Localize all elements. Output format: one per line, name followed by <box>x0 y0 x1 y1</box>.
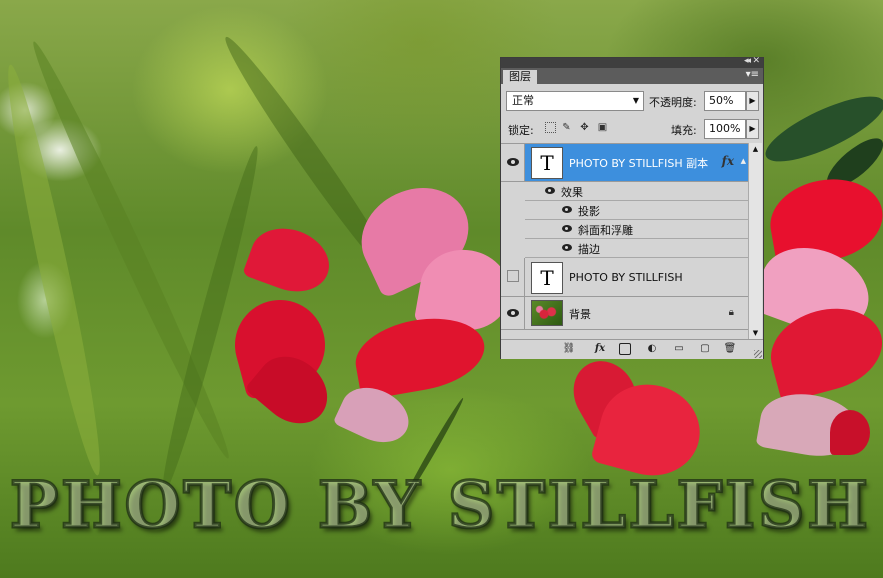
eye-icon <box>507 309 519 317</box>
new-group-icon[interactable]: ▭ <box>672 343 686 355</box>
scroll-down-arrow-icon[interactable]: ▼ <box>749 329 762 337</box>
lock-fill-row: 锁定: ✎ ✥ ▣ 填充: 100% ▶ <box>506 119 759 141</box>
fill-input[interactable]: 100% <box>704 119 746 139</box>
resize-grip-icon[interactable] <box>754 350 762 358</box>
grass-blade <box>0 61 112 479</box>
text-layer-thumbnail: T <box>531 262 563 294</box>
fill-slider-toggle[interactable]: ▶ <box>746 119 759 139</box>
effects-label: 效果 <box>561 186 583 199</box>
eye-icon[interactable] <box>562 244 572 251</box>
layers-panel: ◂◂ ✕ 图层 ▾≡ 正常 ▼ 不透明度: 50% ▶ 锁定: ✎ ✥ ▣ 填充… <box>500 56 764 359</box>
visibility-toggle[interactable] <box>501 144 525 181</box>
lock-image-pixels-icon[interactable]: ✎ <box>561 122 572 133</box>
layer-name: PHOTO BY STILLFISH 副本 <box>569 157 709 170</box>
effect-label: 斜面和浮雕 <box>578 224 633 237</box>
watermark-text: PHOTO BY STILLFISH <box>9 467 871 545</box>
fx-icon[interactable]: fx <box>722 154 734 168</box>
lock-label: 锁定: <box>508 124 534 137</box>
effect-label: 描边 <box>578 243 600 256</box>
add-layer-style-icon[interactable]: fx <box>591 343 609 355</box>
text-layer-thumbnail: T <box>531 147 563 179</box>
opacity-input[interactable]: 50% <box>704 91 746 111</box>
opacity-label: 不透明度: <box>649 96 697 109</box>
layer-name: 背景 <box>569 308 591 321</box>
layer-list-scrollbar[interactable]: ▲ ▼ <box>748 143 762 339</box>
panel-tab-row: 图层 ▾≡ <box>501 68 763 84</box>
hidden-visibility-box <box>507 270 519 282</box>
lock-all-icon[interactable]: ▣ <box>597 122 608 133</box>
panel-titlebar[interactable]: ◂◂ ✕ <box>501 56 763 68</box>
double-chevron-icon[interactable]: ◂◂ <box>744 56 751 66</box>
chevron-down-icon: ▼ <box>632 96 639 105</box>
adjustment-layer-icon[interactable]: ◐ <box>645 343 659 355</box>
lock-position-icon[interactable]: ✥ <box>579 122 590 133</box>
blend-opacity-row: 正常 ▼ 不透明度: 50% ▶ <box>506 91 759 113</box>
trash-icon[interactable]: 🗑︎ <box>723 343 737 355</box>
effect-row-bevel-emboss[interactable]: 斜面和浮雕 <box>525 220 748 239</box>
fill-label: 填充: <box>671 124 697 137</box>
panel-bottom-toolbar: ⛓ fx ◐ ▭ ▢ 🗑︎ <box>501 339 763 359</box>
layer-row-background[interactable]: 背景 🔒︎ <box>501 297 748 330</box>
chevron-up-icon[interactable]: ▲ <box>741 157 746 165</box>
blend-mode-value: 正常 <box>512 94 534 107</box>
eye-icon <box>507 158 519 166</box>
lock-transparent-pixels-icon[interactable] <box>545 122 556 133</box>
layer-mask-icon[interactable] <box>619 343 631 355</box>
eye-icon[interactable] <box>545 187 555 194</box>
layer-name: PHOTO BY STILLFISH <box>569 271 683 284</box>
blend-mode-select[interactable]: 正常 ▼ <box>506 91 644 111</box>
eye-icon[interactable] <box>562 225 572 232</box>
panel-menu-icon[interactable]: ▾≡ <box>746 69 759 80</box>
background-thumbnail <box>531 300 563 326</box>
tab-layers[interactable]: 图层 <box>503 70 537 84</box>
red-flower <box>830 410 870 455</box>
new-layer-icon[interactable]: ▢ <box>698 343 712 355</box>
lock-icon: 🔒︎ <box>728 307 734 318</box>
link-layers-icon[interactable]: ⛓ <box>561 343 577 355</box>
layer-row-text-copy[interactable]: T PHOTO BY STILLFISH 副本 fx ▲ <box>501 144 748 182</box>
close-icon[interactable]: ✕ <box>752 56 760 66</box>
red-flower <box>242 218 338 302</box>
layer-row-text[interactable]: T PHOTO BY STILLFISH <box>501 258 748 297</box>
layer-list: T PHOTO BY STILLFISH 副本 fx ▲ 效果 投影 斜面和浮雕… <box>501 143 748 340</box>
effects-group-row[interactable]: 效果 <box>525 182 748 201</box>
scroll-up-arrow-icon[interactable]: ▲ <box>749 145 762 153</box>
effect-row-stroke[interactable]: 描边 <box>525 239 748 258</box>
visibility-toggle[interactable] <box>501 297 525 329</box>
effect-label: 投影 <box>578 205 600 218</box>
effect-row-drop-shadow[interactable]: 投影 <box>525 201 748 220</box>
opacity-slider-toggle[interactable]: ▶ <box>746 91 759 111</box>
visibility-toggle[interactable] <box>501 258 525 296</box>
eye-icon[interactable] <box>562 206 572 213</box>
